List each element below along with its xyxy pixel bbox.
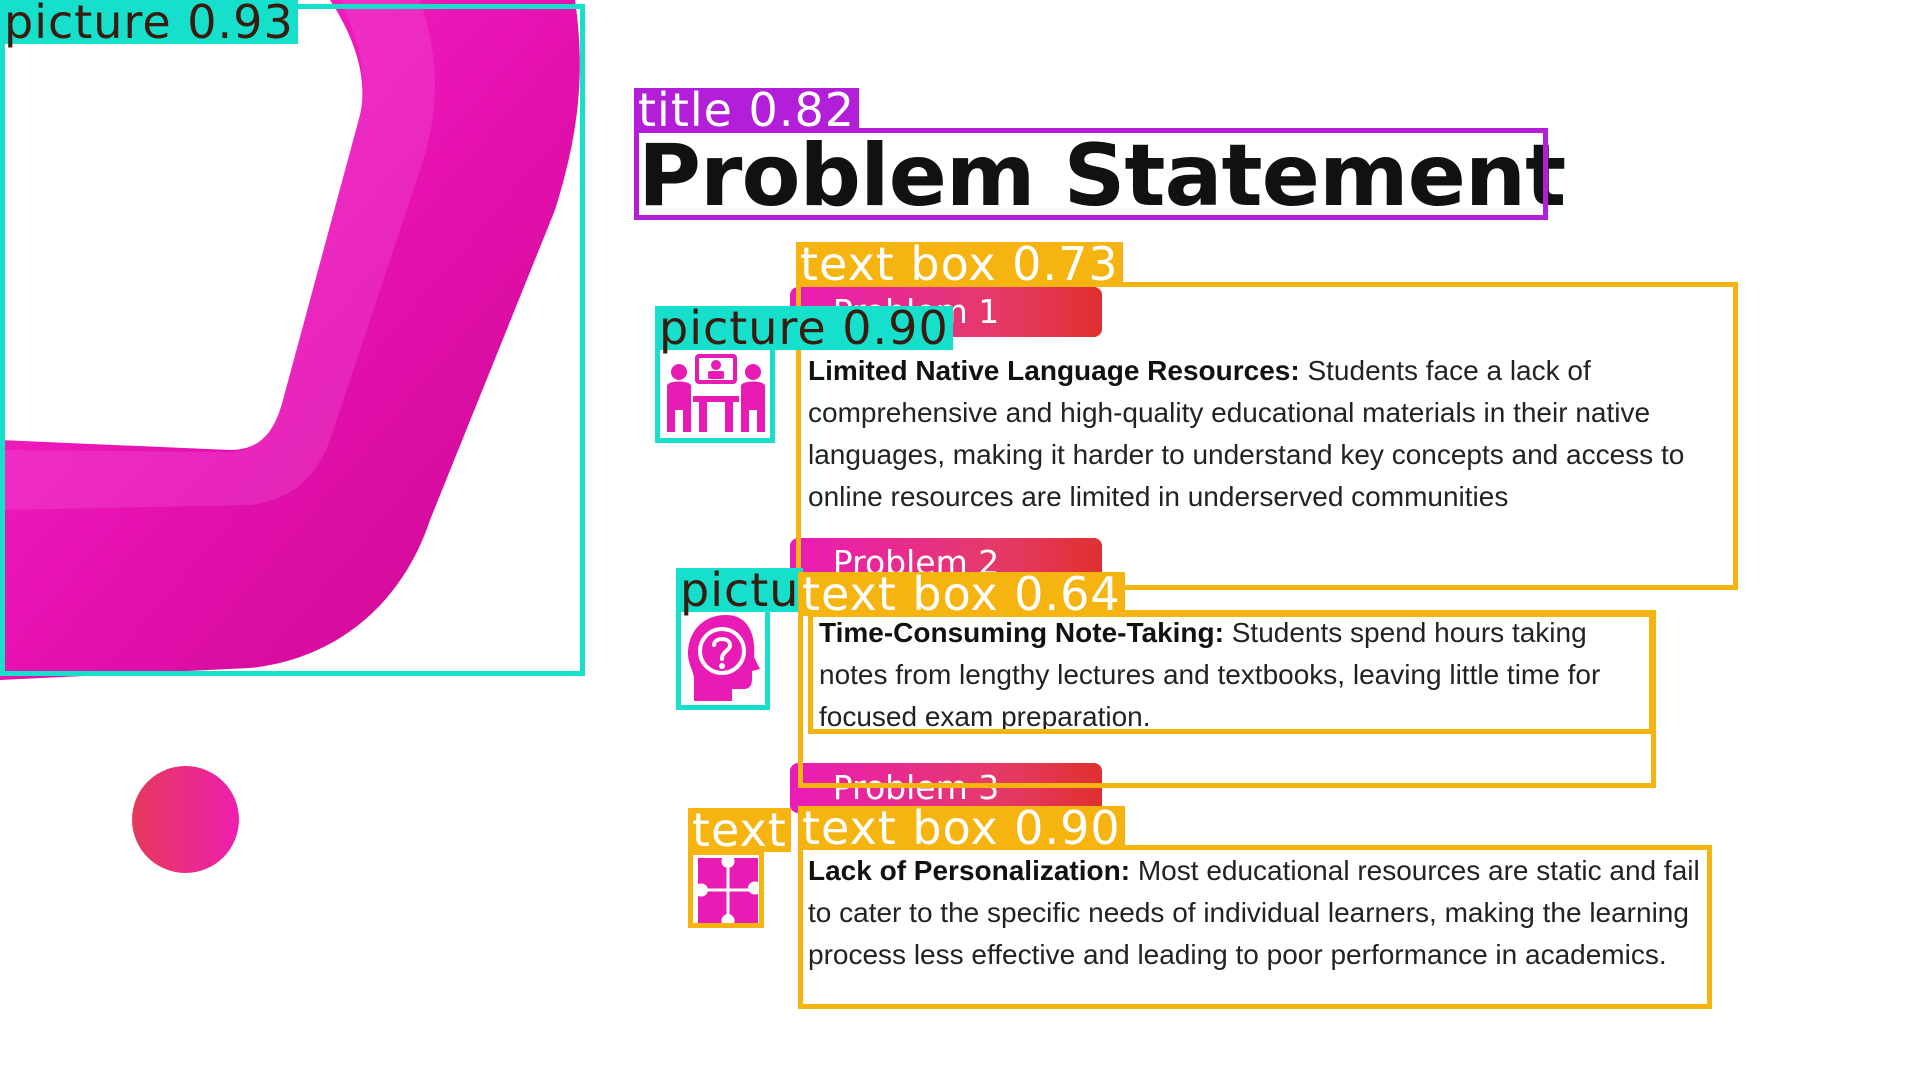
detection-box-title (634, 128, 1548, 220)
detection-box-picture-1 (655, 345, 775, 443)
detection-box-text-3-icon (688, 850, 764, 928)
detection-label-picture-2: pictu (676, 567, 804, 613)
detection-label-picture-1: picture 0.90 (655, 305, 953, 351)
detection-box-picture-2 (676, 606, 770, 710)
decorative-circle (132, 766, 239, 873)
detection-label-title: title 0.82 (634, 87, 859, 133)
detection-label-text-1: text box 0.73 (796, 241, 1123, 287)
detection-label-text-3-icon: text (688, 807, 791, 853)
detection-box-text-3 (798, 845, 1712, 1009)
detection-box-text-2-inner (808, 612, 1654, 734)
detection-label-text-3: text box 0.90 (798, 805, 1125, 851)
detection-label-text-2: text box 0.64 (798, 571, 1125, 617)
detection-box-picture-main (0, 4, 585, 676)
detection-label-picture-main: picture 0.93 (0, 0, 298, 45)
